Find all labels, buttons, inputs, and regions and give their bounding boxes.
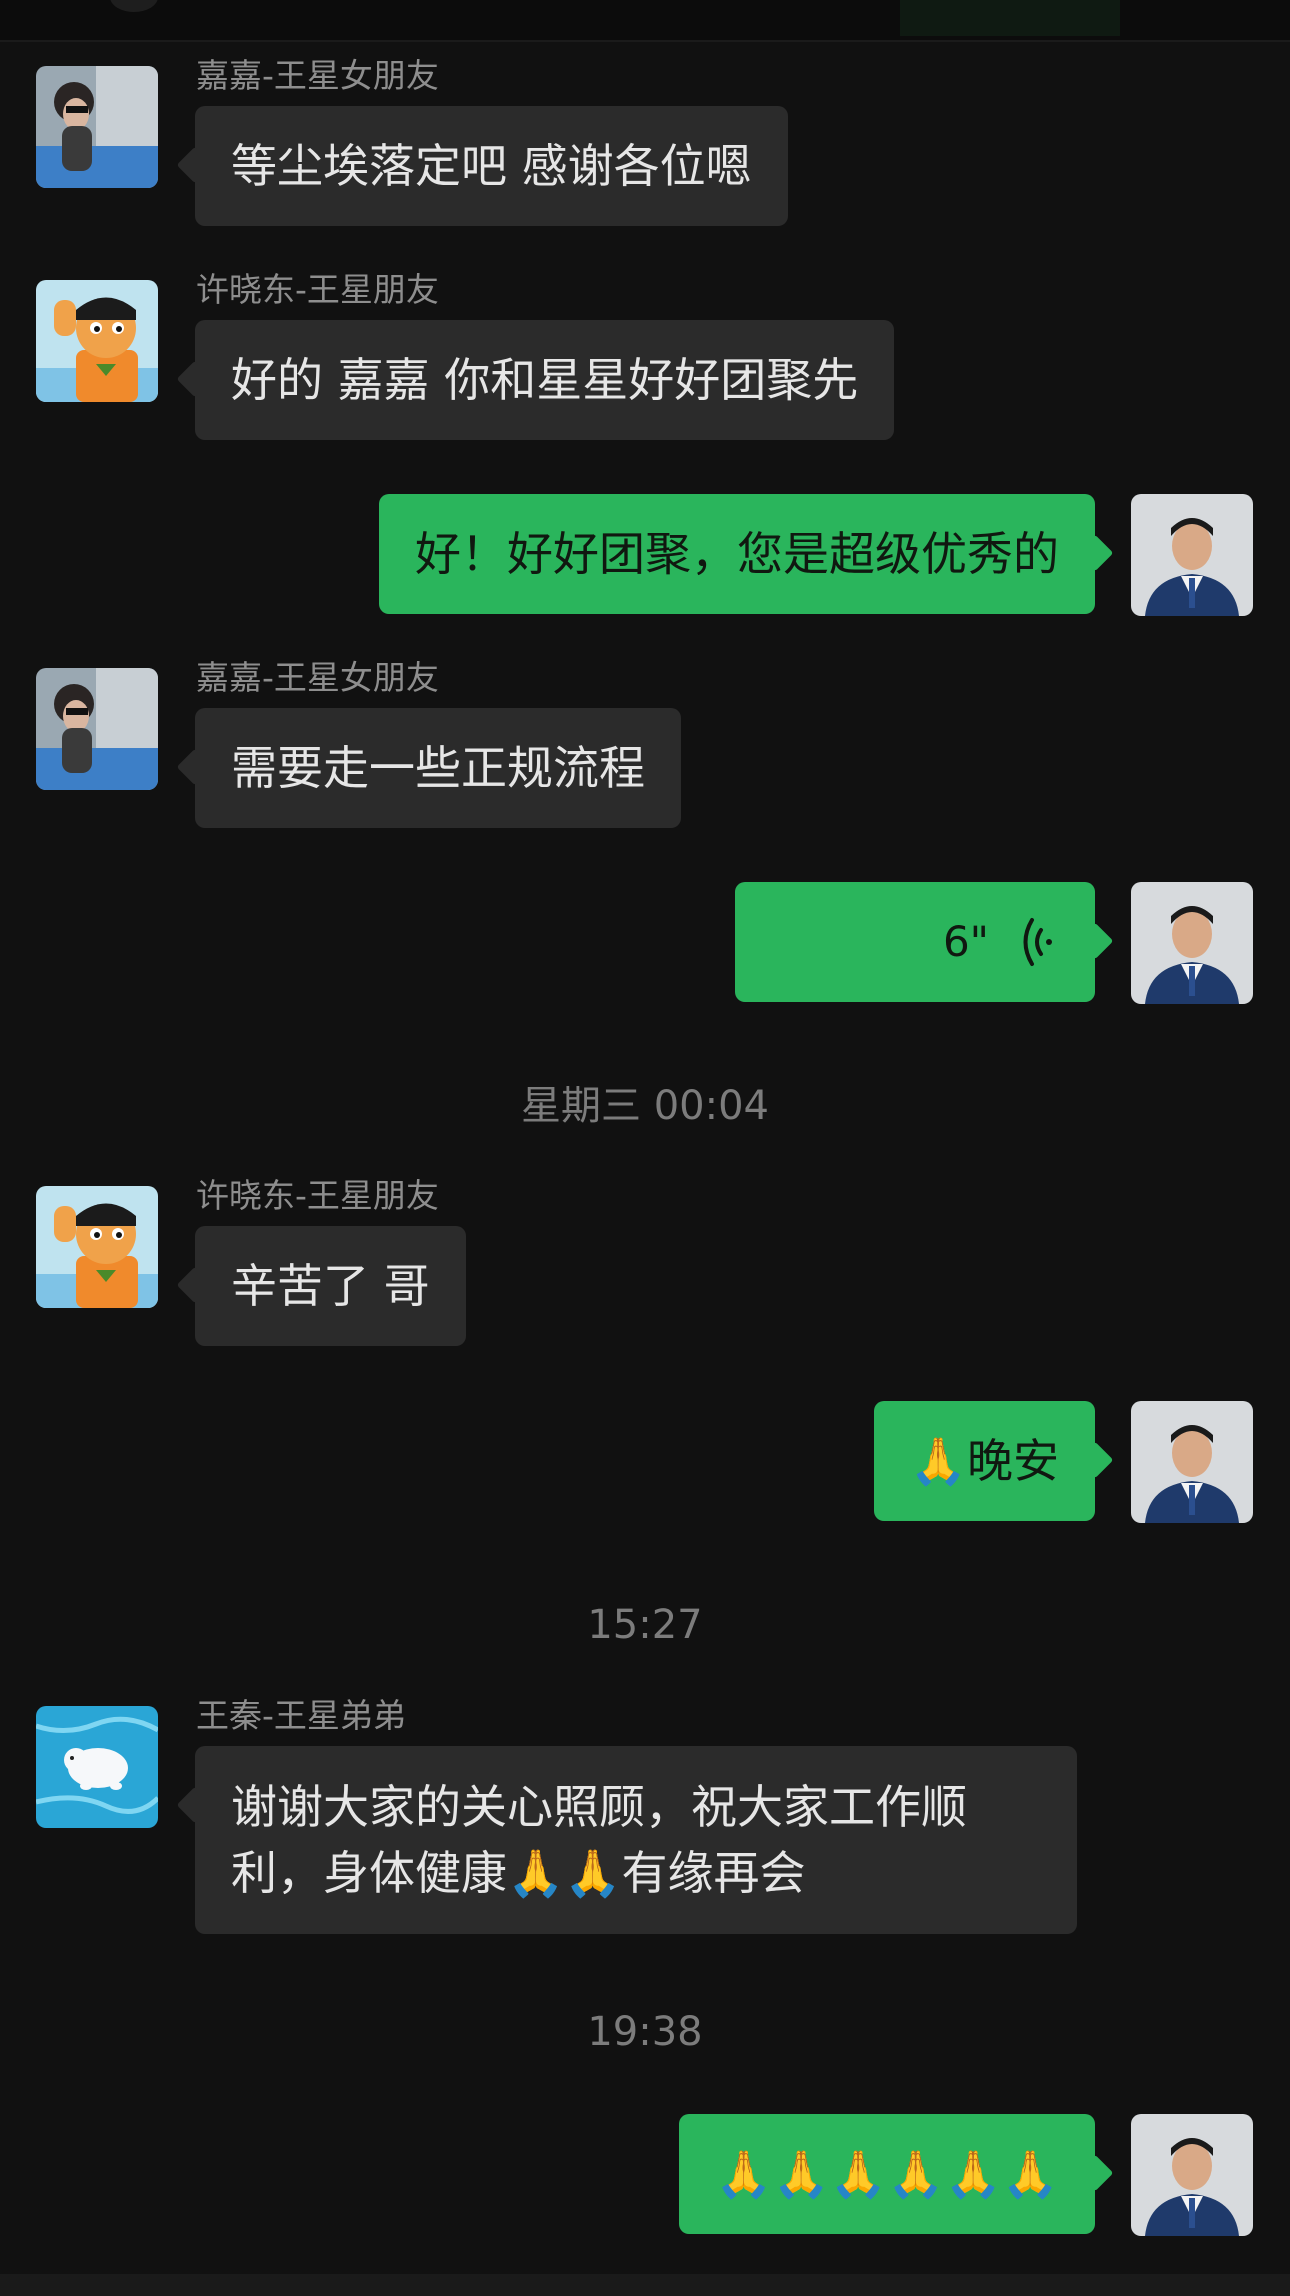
incoming-message-bubble[interactable]: 等尘埃落定吧 感谢各位嗯 xyxy=(195,106,788,226)
outgoing-message-bubble[interactable]: 🙏晚安 xyxy=(873,1401,1095,1521)
jiajia-avatar[interactable] xyxy=(36,66,158,188)
sender-name: 许晓东-王星朋友 xyxy=(196,270,439,309)
sender-name: 嘉嘉-王星女朋友 xyxy=(196,56,439,95)
incoming-message-bubble[interactable]: 好的 嘉嘉 你和星星好好团聚先 xyxy=(195,320,895,440)
sender-name: 许晓东-王星朋友 xyxy=(196,1176,439,1215)
voice-wave-icon xyxy=(1023,918,1052,966)
outgoing-message-bubble[interactable]: 🙏🙏🙏🙏🙏🙏 xyxy=(679,2114,1095,2234)
timestamp: 19:38 xyxy=(587,2009,703,2055)
input-bar-edge xyxy=(0,2274,1290,2296)
suit-man-avatar[interactable] xyxy=(1131,2114,1253,2236)
sender-name: 嘉嘉-王星女朋友 xyxy=(196,658,439,697)
cartoon-boy-avatar[interactable] xyxy=(36,1186,158,1308)
sender-name: 王秦-王星弟弟 xyxy=(196,1696,406,1735)
jiajia-avatar[interactable] xyxy=(36,668,158,790)
suit-man-avatar[interactable] xyxy=(1131,882,1253,1004)
timestamp: 星期三 00:04 xyxy=(521,1083,769,1129)
suit-man-avatar[interactable] xyxy=(1131,494,1253,616)
top-status-strip xyxy=(0,0,1290,42)
incoming-message-bubble[interactable]: 辛苦了 哥 xyxy=(195,1226,466,1346)
header-fragment-green xyxy=(900,0,1120,36)
timestamp: 15:27 xyxy=(587,1602,703,1648)
incoming-message-bubble[interactable]: 需要走一些正规流程 xyxy=(195,708,681,828)
header-fragment xyxy=(110,0,158,12)
polar-bear-avatar[interactable] xyxy=(36,1706,158,1828)
suit-man-avatar[interactable] xyxy=(1131,1401,1253,1523)
cartoon-boy-avatar[interactable] xyxy=(36,280,158,402)
voice-duration: 6" xyxy=(942,917,989,966)
incoming-message-bubble[interactable]: 谢谢大家的关心照顾，祝大家工作顺利，身体健康🙏🙏有缘再会 xyxy=(195,1746,1077,1934)
outgoing-message-bubble[interactable]: 好！好好团聚，您是超级优秀的 xyxy=(379,494,1095,614)
voice-message-bubble[interactable]: 6" xyxy=(735,882,1095,1002)
